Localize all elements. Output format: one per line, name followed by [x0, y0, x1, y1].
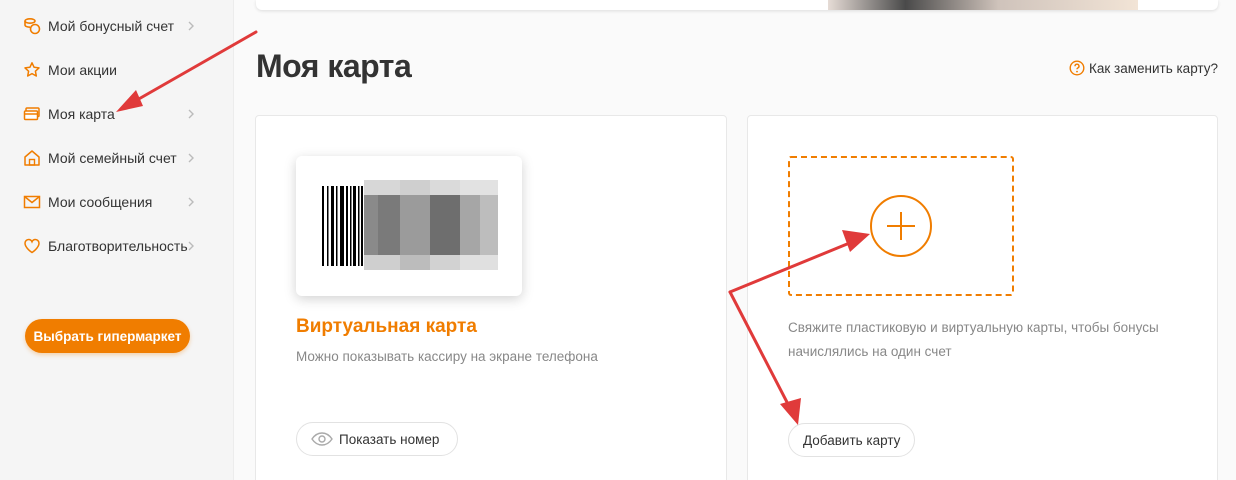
how-to-replace-card-link[interactable]: Как заменить карту? — [1069, 60, 1218, 76]
sidebar-item-label: Мои акции — [48, 62, 117, 78]
plus-circle-icon — [870, 195, 932, 257]
sidebar-item-bonus-account[interactable]: Мой бонусный счет — [22, 14, 202, 38]
promo-banner[interactable] — [256, 0, 1218, 10]
sidebar-item-family-account[interactable]: Мой семейный счет — [22, 146, 202, 170]
page-title: Моя карта — [256, 48, 412, 84]
chevron-right-icon — [188, 153, 194, 163]
sidebar-item-label: Мой семейный счет — [48, 150, 177, 166]
help-link-label: Как заменить карту? — [1089, 60, 1218, 76]
show-number-button[interactable]: Показать номер — [296, 422, 459, 456]
question-icon — [1069, 60, 1085, 76]
choose-hypermarket-button[interactable]: Выбрать гипермаркет — [25, 319, 190, 353]
virtual-card-description: Можно показывать кассиру на экране телеф… — [296, 349, 598, 364]
sidebar-item-my-card[interactable]: Моя карта — [22, 102, 202, 126]
star-icon — [22, 60, 42, 80]
barcode-card — [296, 156, 522, 296]
house-icon — [22, 148, 42, 168]
sidebar-item-promotions[interactable]: Мои акции — [22, 58, 202, 82]
envelope-icon — [22, 192, 42, 212]
sidebar-item-label: Моя карта — [48, 106, 115, 122]
sidebar-item-charity[interactable]: Благотворительность — [22, 234, 202, 258]
show-number-label: Показать номер — [339, 431, 440, 447]
sidebar-item-label: Мой бонусный счет — [48, 18, 175, 34]
chevron-right-icon — [188, 109, 194, 119]
eye-icon — [311, 432, 333, 446]
chevron-right-icon — [188, 241, 194, 251]
barcode-image — [322, 180, 498, 270]
sidebar-item-label: Благотворительность — [48, 238, 188, 254]
virtual-card-title: Виртуальная карта — [296, 316, 477, 337]
card-icon — [22, 104, 42, 124]
link-cards-description: Свяжите пластиковую и виртуальную карты,… — [788, 320, 1159, 359]
virtual-card-panel: Виртуальная карта Можно показывать касси… — [255, 115, 727, 480]
sidebar-item-label: Мои сообщения — [48, 194, 153, 210]
banner-photo — [828, 0, 1138, 10]
main-content: Моя карта Как заменить карту? Виртуальна… — [234, 0, 1236, 480]
chevron-right-icon — [188, 197, 194, 207]
add-card-dropzone[interactable] — [788, 156, 1014, 296]
add-card-panel: Свяжите пластиковую и виртуальную карты,… — [747, 115, 1218, 480]
chevron-right-icon — [188, 21, 194, 31]
sidebar-item-messages[interactable]: Мои сообщения — [22, 190, 202, 214]
coins-icon — [22, 16, 42, 36]
heart-icon — [22, 236, 42, 256]
add-card-button[interactable]: Добавить карту — [788, 423, 916, 457]
sidebar: Мой бонусный счет Мои акции Моя карта Мо… — [0, 0, 234, 480]
